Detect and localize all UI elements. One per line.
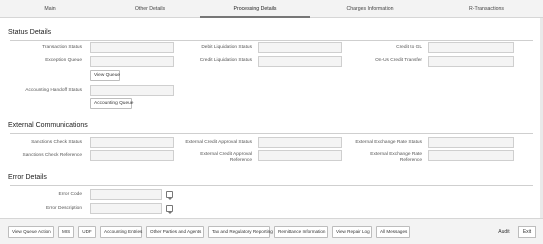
onus-credit-transfer-label: On-Us Credit Transfer [375,58,422,63]
credit-liquidation-status-field[interactable] [258,56,342,67]
ext-exchange-rate-status-label: External Exchange Rate Status [355,140,422,145]
onus-credit-transfer-field[interactable] [428,56,514,67]
debit-liquidation-status-field[interactable] [258,42,342,53]
error-description-label: Error Description [46,206,82,211]
tab-other-details[interactable]: Other Details [100,0,200,18]
remittance-information-button[interactable]: Remittance Information [274,226,328,238]
accounting-entries-button[interactable]: Accounting Entries [100,226,142,238]
credit-to-gl-field[interactable] [428,42,514,53]
ext-credit-approval-reference-label: External Credit Approval Reference [200,152,252,163]
exit-button[interactable]: Exit [518,226,536,238]
view-queue-button[interactable]: View Queue [90,70,120,81]
external-communications-title: External Communications [8,122,88,129]
sanctions-check-reference-field[interactable] [90,150,174,161]
ext-exchange-rate-reference-label: External Exchange Rate Reference [370,152,422,163]
error-code-field[interactable] [90,189,162,200]
exception-queue-field[interactable] [90,56,174,67]
sanctions-check-reference-label: Sanctions Check Reference [22,153,82,158]
transaction-status-field[interactable] [90,42,174,53]
expand-text-icon[interactable] [166,205,173,214]
tab-r-transactions[interactable]: R-Transactions [430,0,543,18]
ext-exchange-rate-status-field[interactable] [428,137,514,148]
sanctions-check-status-field[interactable] [90,137,174,148]
view-queue-action-button[interactable]: View Queue Action [8,226,54,238]
sanctions-check-status-label: Sanctions Check Status [31,140,82,145]
status-divider [10,40,533,41]
ext-exchange-rate-reference-field[interactable] [428,150,514,161]
other-parties-agents-button[interactable]: Other Parties and Agents [146,226,204,238]
accounting-queue-button[interactable]: Accounting Queue [90,98,133,109]
tab-main[interactable]: Main [0,0,100,18]
tab-bar: Main Other Details Processing Details Ch… [0,0,543,18]
audit-button[interactable]: Audit [494,226,514,238]
error-description-field[interactable] [90,203,162,214]
tab-processing-details[interactable]: Processing Details [200,0,310,18]
exception-queue-label: Exception Queue [45,58,82,63]
external-divider [10,133,533,134]
accounting-handoff-status-field[interactable] [90,85,174,96]
ext-credit-approval-status-field[interactable] [258,137,342,148]
accounting-handoff-status-label: Accounting Handoff Status [25,88,82,93]
ext-credit-approval-reference-field[interactable] [258,150,342,161]
all-messages-button[interactable]: All Messages [376,226,410,238]
error-code-label: Error Code [58,192,82,197]
tax-regulatory-reporting-button[interactable]: Tax and Regulatory Reporting [208,226,273,238]
tab-charges-information[interactable]: Charges Information [310,0,430,18]
expand-text-icon[interactable] [166,191,173,200]
credit-to-gl-label: Credit to GL [396,45,422,50]
credit-liquidation-status-label: Credit Liquidation Status [199,58,252,63]
footer-bar: View Queue Action MIS UDF Accounting Ent… [0,218,543,244]
mis-button[interactable]: MIS [58,226,74,238]
error-divider [10,185,533,186]
status-details-title: Status Details [8,29,52,36]
debit-liquidation-status-label: Debit Liquidation Status [201,45,252,50]
ext-credit-approval-status-label: External Credit Approval Status [185,140,252,145]
view-repair-log-button[interactable]: View Repair Log [332,226,372,238]
transaction-status-label: Transaction Status [42,45,82,50]
udf-button[interactable]: UDF [78,226,96,238]
error-details-title: Error Details [8,174,47,181]
